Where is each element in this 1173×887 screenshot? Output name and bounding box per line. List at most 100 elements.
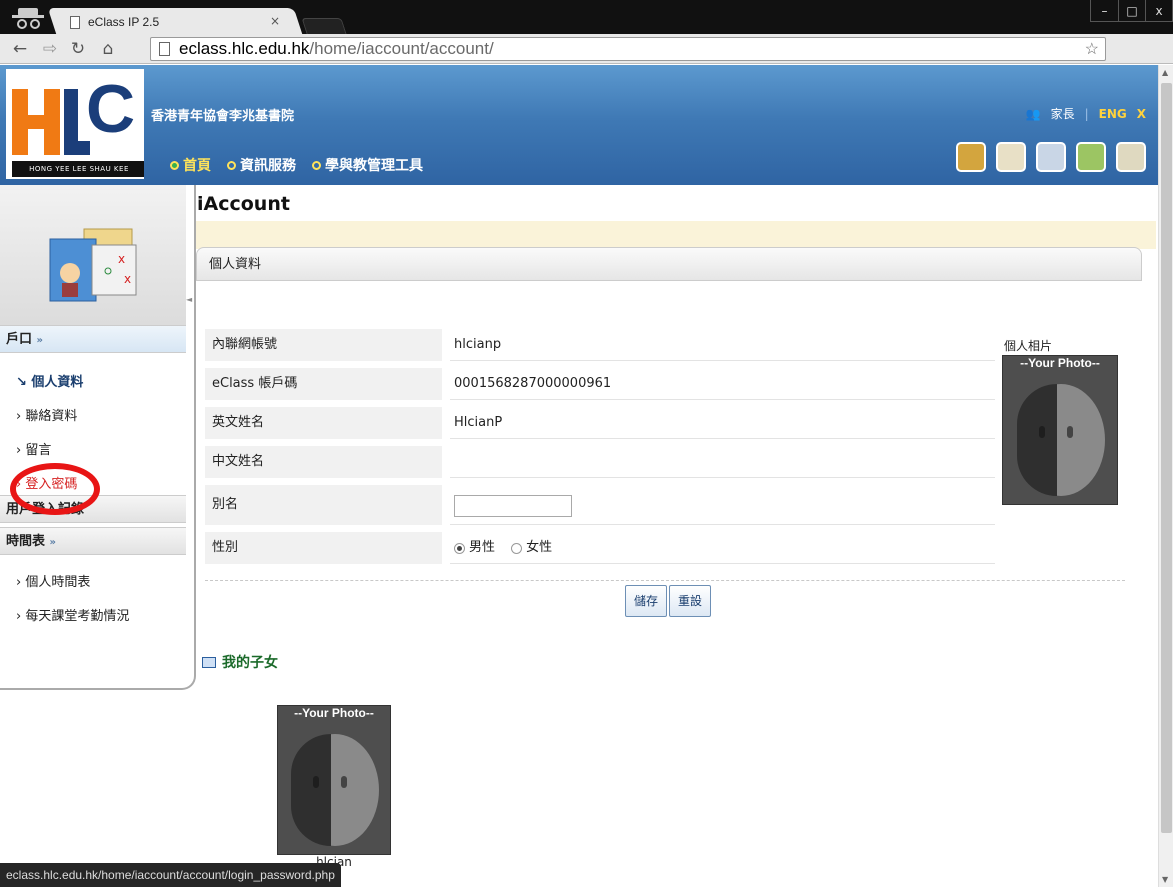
chevron-down-icon: » <box>49 537 57 548</box>
reload-icon[interactable]: ↻ <box>66 37 90 61</box>
sidebar-item-message[interactable]: › 留言 <box>16 439 51 458</box>
user-role: 家長 <box>1050 107 1075 121</box>
svg-text:x: x <box>124 272 131 286</box>
photo-placeholder-text: --Your Photo-- <box>294 706 374 720</box>
chevron-down-icon: » <box>36 335 44 346</box>
tab-title: eClass IP 2.5 <box>88 15 160 29</box>
nav-home[interactable]: 首頁 <box>170 155 211 175</box>
tab-label-wrap: eClass IP 2.5 <box>70 10 286 34</box>
header-user-links: 👥 家長 | ENG X <box>1026 105 1146 122</box>
gender-male-radio[interactable]: 男性 <box>454 532 495 564</box>
home-bullet-icon <box>170 160 179 170</box>
arrow-icon: › <box>16 609 26 624</box>
my-children-heading: 我的子女 <box>202 652 278 672</box>
back-icon[interactable]: ← <box>8 37 32 61</box>
group-icon[interactable] <box>1076 142 1106 172</box>
radio-icon <box>511 542 523 554</box>
sidebar-item-personal-timetable[interactable]: › 個人時間表 <box>16 571 90 590</box>
tab-close-icon[interactable]: × <box>270 14 280 28</box>
status-bar: eclass.hlc.edu.hk/home/iaccount/account/… <box>0 863 341 887</box>
school-logo[interactable]: C HONG YEE LEE SHAU KEE COLLEGE <box>6 69 144 179</box>
sidebar-item-daily-attendance[interactable]: › 每天課堂考勤情況 <box>16 605 129 624</box>
sidebar-item-contact-info[interactable]: › 聯絡資料 <box>16 405 77 424</box>
radio-selected-icon <box>454 542 465 554</box>
vertical-scrollbar[interactable]: ▲ ▼ <box>1158 65 1173 887</box>
site-header: C HONG YEE LEE SHAU KEE COLLEGE 香港青年協會李兆… <box>0 65 1158 185</box>
arrow-icon: › <box>16 409 26 424</box>
gender-female-radio[interactable]: 女性 <box>511 532 552 564</box>
scroll-down-icon[interactable]: ▼ <box>1162 875 1168 884</box>
photo-placeholder-text: --Your Photo-- <box>1020 356 1100 370</box>
section-timetable[interactable]: 時間表 » <box>0 527 186 555</box>
nav-tools-label: 學與教管理工具 <box>325 158 423 174</box>
bullet-icon <box>312 160 321 170</box>
personal-photo: --Your Photo-- <box>1002 355 1118 505</box>
scrollbar-thumb[interactable] <box>1161 83 1172 833</box>
gender-female-label: 女性 <box>526 540 553 555</box>
page-viewport: C HONG YEE LEE SHAU KEE COLLEGE 香港青年協會李兆… <box>0 65 1158 887</box>
field-value-english-name: HlcianP <box>450 407 995 439</box>
field-label-alias: 別名 <box>205 485 442 525</box>
address-bar[interactable]: eclass.hlc.edu.hk/home/iaccount/account/… <box>150 37 1106 61</box>
panel-title: 個人資料 <box>196 247 1142 281</box>
close-window-button[interactable]: x <box>1145 0 1172 21</box>
my-children-label: 我的子女 <box>222 655 278 671</box>
save-button[interactable]: 儲存 <box>625 585 668 617</box>
toolbar-icons <box>956 142 1146 172</box>
title-bar: eClass IP 2.5 × – □ x <box>0 0 1173 34</box>
field-label-chinese-name: 中文姓名 <box>205 446 442 478</box>
gender-radio-group: 男性 女性 <box>450 532 995 564</box>
forward-icon[interactable]: ⇨ <box>38 37 62 61</box>
field-value-intranet-account: hlcianp <box>450 329 995 361</box>
sidebar-item-label: 留言 <box>25 443 52 458</box>
field-label-eclass-id: eClass 帳戶碼 <box>205 368 442 400</box>
notice-icon[interactable] <box>1036 142 1066 172</box>
arrow-icon: › <box>16 443 26 458</box>
campus-tv-icon[interactable] <box>956 142 986 172</box>
reset-button[interactable]: 重設 <box>669 585 712 617</box>
nav-learning-tools[interactable]: 學與教管理工具 <box>312 155 423 175</box>
calendar-icon[interactable] <box>996 142 1026 172</box>
sidebar-item-label: 每天課堂考勤情況 <box>25 609 130 624</box>
red-highlight-circle <box>10 463 100 515</box>
account-folder-icon: x x <box>49 228 137 302</box>
url-path: /home/iaccount/account/ <box>309 39 494 58</box>
child-photo[interactable]: --Your Photo-- <box>277 705 391 855</box>
maximize-button[interactable]: □ <box>1118 0 1145 21</box>
account-icon[interactable] <box>1116 142 1146 172</box>
field-label-intranet-account: 內聯網帳號 <box>205 329 442 361</box>
field-value-eclass-id: 0001568287000000961 <box>450 368 995 400</box>
gender-male-label: 男性 <box>469 540 496 555</box>
page-icon <box>159 42 170 56</box>
arrow-icon: ↘ <box>16 375 32 390</box>
bookmark-star-icon[interactable]: ☆ <box>1085 39 1099 61</box>
lang-toggle-link[interactable]: ENG <box>1099 107 1127 121</box>
incognito-icon <box>12 8 44 29</box>
app-title-band <box>196 221 1156 249</box>
sidebar-item-label: 聯絡資料 <box>25 409 78 424</box>
children-list-icon <box>202 656 216 668</box>
arrow-icon: › <box>16 575 26 590</box>
scroll-up-icon[interactable]: ▲ <box>1162 68 1168 77</box>
minimize-button[interactable]: – <box>1091 0 1118 21</box>
photo-label: 個人相片 <box>1004 339 1053 353</box>
section-account[interactable]: 戶口 » <box>0 325 186 353</box>
logout-link[interactable]: X <box>1137 107 1146 121</box>
parent-icon: 👥 <box>1025 106 1041 121</box>
sidebar-item-label: 個人資料 <box>31 375 84 390</box>
divider: | <box>1084 106 1089 121</box>
new-tab-button[interactable] <box>301 18 347 34</box>
alias-input[interactable] <box>454 495 572 517</box>
browser-toolbar: ← ⇨ ↻ ⌂ eclass.hlc.edu.hk/home/iaccount/… <box>0 34 1173 89</box>
nav-home-label: 首頁 <box>183 158 211 174</box>
nav-info-label: 資訊服務 <box>240 158 296 174</box>
collapse-arrow-icon[interactable]: ◄ <box>186 295 192 304</box>
left-sidebar: x x ◄ 戶口 » ↘ 個人資料 › 聯絡資料 › 留言 › 登入密碼 用戶登… <box>0 185 196 690</box>
nav-info-services[interactable]: 資訊服務 <box>227 155 296 175</box>
home-icon[interactable]: ⌂ <box>96 37 120 61</box>
school-name: 香港青年協會李兆基書院 <box>151 109 295 124</box>
form-divider <box>205 580 1125 581</box>
sidebar-item-personal-info[interactable]: ↘ 個人資料 <box>16 371 83 390</box>
sidebar-item-label: 個人時間表 <box>25 575 91 590</box>
main-nav: 首頁 資訊服務 學與教管理工具 <box>170 155 423 175</box>
